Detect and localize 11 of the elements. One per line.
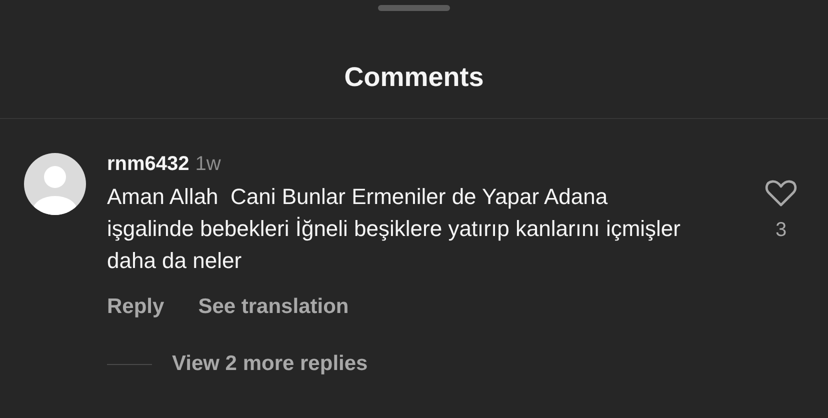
comment-text: Aman Allah Cani Bunlar Ermeniler de Yapar Adana işgalinde bebekleri İğneli beşiklere yatırıp kanlarını içmişler daha da neler [107,183,682,275]
sheet-title: Comments [0,61,828,119]
view-replies-link[interactable]: View 2 more replies [172,352,368,376]
heart-icon[interactable] [765,179,797,207]
username[interactable]: rnm6432 [107,153,190,176]
avatar-icon[interactable] [24,153,86,215]
reply-link[interactable]: Reply [107,295,164,319]
timestamp: 1w [195,153,221,176]
like-count: 3 [775,219,787,242]
drag-handle[interactable] [378,5,450,11]
translation-link[interactable]: See translation [198,295,349,319]
